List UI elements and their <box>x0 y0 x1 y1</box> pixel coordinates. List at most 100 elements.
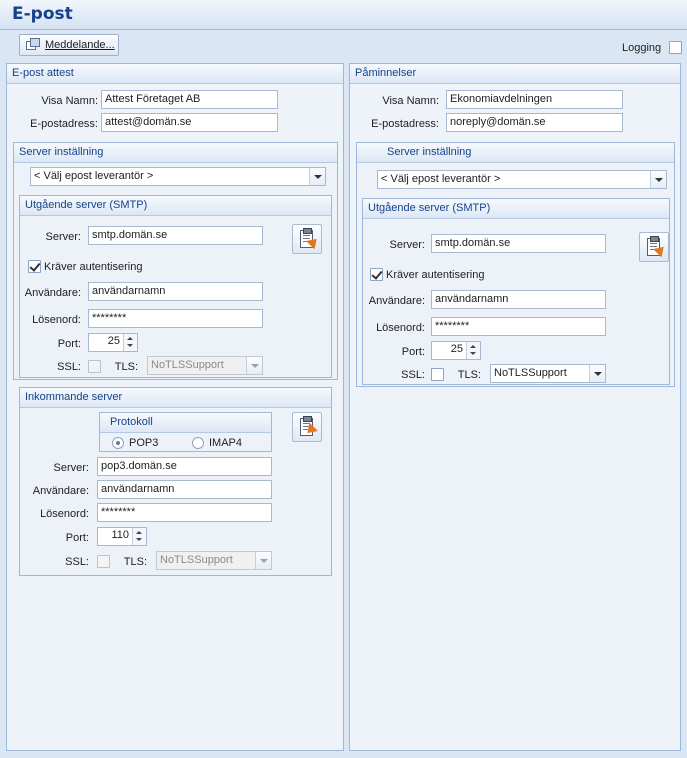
reminders-smtp-tls-label: TLS: <box>457 369 481 381</box>
incoming-server-input[interactable]: pop3.domän.se <box>97 457 272 476</box>
smtp-auth-label: Kräver autentisering <box>44 261 143 273</box>
smtp-tls-value: NoTLSSupport <box>151 359 224 371</box>
reminders-smtp-group: Utgående server (SMTP) Server: smtp.domä… <box>362 198 670 385</box>
spin-buttons[interactable] <box>466 342 480 359</box>
reminders-smtp-ssl-label: SSL: <box>401 369 425 381</box>
server-settings-group: Server inställning < Välj epost leverant… <box>13 142 338 380</box>
attest-panel-title: E-post attest <box>7 64 343 84</box>
reminders-display-name-input[interactable]: Ekonomiavdelningen <box>446 90 623 109</box>
incoming-tls-value: NoTLSSupport <box>160 554 233 566</box>
reminders-provider-value: < Välj epost leverantör > <box>381 173 501 185</box>
provider-select-value: < Välj epost leverantör > <box>34 170 154 182</box>
chevron-down-icon[interactable] <box>589 365 605 382</box>
incoming-port-stepper[interactable]: 110 <box>97 527 147 546</box>
display-name-input[interactable]: Attest Företaget AB <box>101 90 278 109</box>
reminders-provider-select[interactable]: < Välj epost leverantör > <box>377 170 667 189</box>
reminders-smtp-ssl-checkbox[interactable] <box>431 368 444 381</box>
attest-panel: E-post attest Visa Namn: Attest Företage… <box>6 63 344 751</box>
smtp-password-input[interactable]: ******** <box>88 309 263 328</box>
reminders-smtp-tls-select[interactable]: NoTLSSupport <box>490 364 606 383</box>
imap4-label: IMAP4 <box>209 437 243 449</box>
reminders-smtp-title: Utgående server (SMTP) <box>363 199 669 219</box>
smtp-port-stepper[interactable]: 25 <box>88 333 138 352</box>
test-receive-button[interactable] <box>292 412 322 442</box>
smtp-auth-checkbox[interactable] <box>28 260 41 273</box>
reminders-server-settings-title: Server inställning <box>357 143 674 163</box>
smtp-title: Utgående server (SMTP) <box>20 196 331 216</box>
reminders-test-send-button[interactable] <box>639 232 669 262</box>
test-send-button[interactable] <box>292 224 322 254</box>
email-input[interactable]: attest@domän.se <box>101 113 278 132</box>
email-label: E-postadress: <box>30 118 98 130</box>
smtp-ssl-checkbox[interactable] <box>88 360 101 373</box>
chevron-down-icon[interactable] <box>246 357 262 374</box>
server-settings-title: Server inställning <box>14 143 337 163</box>
reminders-smtp-tls-value: NoTLSSupport <box>494 367 567 379</box>
smtp-user-input[interactable]: användarnamn <box>88 282 263 301</box>
logging-checkbox[interactable] <box>669 41 682 54</box>
reminders-email-input[interactable]: noreply@domän.se <box>446 113 623 132</box>
smtp-user-label: Användare: <box>24 287 81 299</box>
incoming-server-label: Server: <box>53 462 89 474</box>
incoming-port-value: 110 <box>111 529 129 541</box>
chevron-down-icon[interactable] <box>136 538 142 541</box>
pop3-radio[interactable] <box>112 437 124 449</box>
reminders-smtp-user-input[interactable]: användarnamn <box>431 290 606 309</box>
chevron-down-icon[interactable] <box>127 344 133 347</box>
reminders-email-label: E-postadress: <box>371 118 439 130</box>
reminders-panel-title: Påminnelser <box>350 64 680 84</box>
incoming-user-label: Användare: <box>32 485 89 497</box>
incoming-ssl-checkbox[interactable] <box>97 555 110 568</box>
incoming-port-label: Port: <box>65 532 89 544</box>
page-title: E-post <box>12 4 73 24</box>
incoming-tls-select[interactable]: NoTLSSupport <box>156 551 272 570</box>
spin-buttons[interactable] <box>132 528 146 545</box>
pop3-label: POP3 <box>129 437 159 449</box>
smtp-tls-select[interactable]: NoTLSSupport <box>147 356 263 375</box>
chevron-up-icon[interactable] <box>127 337 133 340</box>
incoming-user-input[interactable]: användarnamn <box>97 480 272 499</box>
reminders-smtp-port-value: 25 <box>450 343 463 355</box>
title-bar: E-post <box>0 0 687 30</box>
message-icon <box>25 38 41 52</box>
smtp-port-label: Port: <box>57 338 81 350</box>
chevron-up-icon[interactable] <box>470 345 476 348</box>
spin-buttons[interactable] <box>123 334 137 351</box>
smtp-server-label: Server: <box>45 231 81 243</box>
protocol-title: Protokoll <box>100 413 271 433</box>
reminders-smtp-port-label: Port: <box>401 346 425 358</box>
reminders-server-settings-group: Server inställning < Välj epost leverant… <box>356 142 675 387</box>
reminders-smtp-password-label: Lösenord: <box>376 322 425 334</box>
reminders-panel: Påminnelser Visa Namn: Ekonomiavdelninge… <box>349 63 681 751</box>
incoming-tls-label: TLS: <box>123 556 147 568</box>
chevron-up-icon[interactable] <box>136 531 142 534</box>
reminders-smtp-port-stepper[interactable]: 25 <box>431 341 481 360</box>
reminders-smtp-user-label: Användare: <box>368 295 425 307</box>
chevron-down-icon[interactable] <box>255 552 271 569</box>
reminders-display-name-label: Visa Namn: <box>382 95 439 107</box>
chevron-down-icon[interactable] <box>470 352 476 355</box>
reminders-smtp-server-label: Server: <box>389 239 425 251</box>
smtp-server-input[interactable]: smtp.domän.se <box>88 226 263 245</box>
smtp-port-value: 25 <box>107 335 120 347</box>
incoming-password-input[interactable]: ******** <box>97 503 272 522</box>
logging-label: Logging <box>622 42 662 54</box>
reminders-smtp-password-input[interactable]: ******** <box>431 317 606 336</box>
smtp-group: Utgående server (SMTP) Server: smtp.domä… <box>19 195 332 378</box>
smtp-tls-label: TLS: <box>114 361 138 373</box>
chevron-down-icon[interactable] <box>309 168 325 185</box>
incoming-password-label: Lösenord: <box>40 508 89 520</box>
protocol-group: Protokoll POP3 IMAP4 <box>99 412 272 452</box>
display-name-label: Visa Namn: <box>41 95 98 107</box>
incoming-ssl-label: SSL: <box>65 556 89 568</box>
provider-select[interactable]: < Välj epost leverantör > <box>30 167 326 186</box>
chevron-down-icon[interactable] <box>650 171 666 188</box>
reminders-smtp-auth-label: Kräver autentisering <box>386 269 485 281</box>
reminders-smtp-server-input[interactable]: smtp.domän.se <box>431 234 606 253</box>
incoming-group: Inkommande server Protokoll POP3 IMAP4 S… <box>19 387 332 576</box>
imap4-radio[interactable] <box>192 437 204 449</box>
incoming-title: Inkommande server <box>20 388 331 408</box>
reminders-smtp-auth-checkbox[interactable] <box>370 268 383 281</box>
message-button[interactable]: Meddelande... <box>19 34 119 56</box>
message-button-label: Meddelande... <box>45 39 115 51</box>
